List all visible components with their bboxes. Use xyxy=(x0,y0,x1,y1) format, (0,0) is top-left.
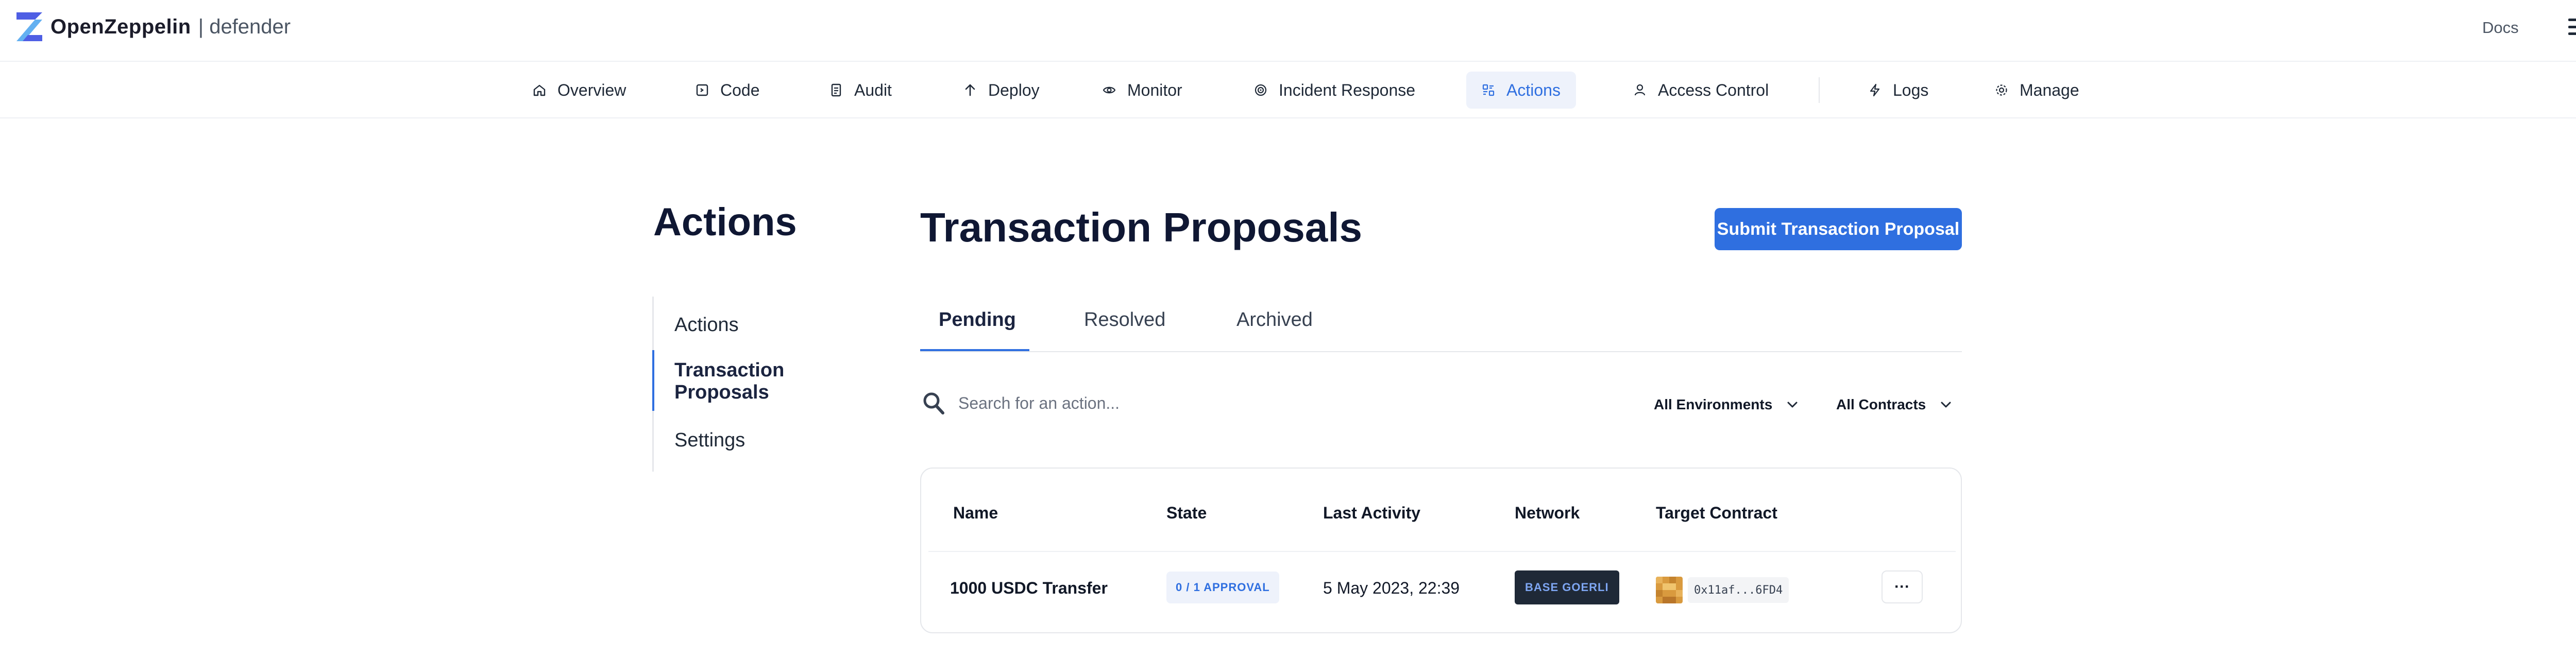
more-horizontal-icon: ··· xyxy=(1894,578,1910,595)
contract-avatar xyxy=(1656,577,1683,603)
sidebar-item-actions[interactable]: Actions xyxy=(654,297,880,353)
actions-icon xyxy=(1482,83,1495,97)
brand-product: | defender xyxy=(198,15,291,38)
nav-item-label: Overview xyxy=(557,80,626,99)
bolt-icon xyxy=(1868,83,1882,97)
nav-item-label: Audit xyxy=(854,80,892,99)
column-header-last-activity: Last Activity xyxy=(1323,504,1421,522)
docs-link[interactable]: Docs xyxy=(2482,19,2519,37)
tab-archived[interactable]: Archived xyxy=(1236,309,1313,331)
nav-item-label: Manage xyxy=(2020,80,2079,99)
contract-filter-value: All Contracts xyxy=(1836,396,1926,412)
nav-item-label: Incident Response xyxy=(1279,80,1416,99)
chevron-down-icon xyxy=(1787,402,1798,408)
nav-item-monitor[interactable]: Monitor xyxy=(1087,72,1198,109)
nav-item-deploy[interactable]: Deploy xyxy=(948,72,1055,109)
nav-item-logs[interactable]: Logs xyxy=(1853,72,1944,109)
search-input[interactable] xyxy=(958,390,1422,416)
network-badge: BASE GOERLI xyxy=(1515,570,1619,604)
sidebar-menu: Actions Transaction Proposals Settings xyxy=(652,297,879,472)
nav-item-label: Deploy xyxy=(988,80,1040,99)
sidebar-title: Actions xyxy=(653,200,797,244)
proposals-table: Name State Last Activity Network Target … xyxy=(920,467,1962,633)
nav-divider xyxy=(1819,77,1820,103)
more-options-button[interactable]: ··· xyxy=(1882,570,1923,603)
chevron-down-icon xyxy=(1941,402,1951,408)
top-bar: OpenZeppelin | defender Docs xyxy=(0,0,2576,62)
nav-item-label: Monitor xyxy=(1127,80,1182,99)
header-divider xyxy=(928,551,1956,552)
openzeppelin-logo-icon xyxy=(16,12,42,41)
code-icon xyxy=(696,83,709,97)
target-contract[interactable]: 0x11af...6FD4 xyxy=(1656,577,1789,603)
gear-icon xyxy=(1995,83,2008,97)
arrow-up-icon xyxy=(963,83,977,97)
nav-item-audit[interactable]: Audit xyxy=(814,72,907,109)
users-icon xyxy=(1633,83,1647,97)
menu-icon[interactable] xyxy=(2568,19,2576,35)
column-header-state: State xyxy=(1166,504,1207,522)
nav-item-code[interactable]: Code xyxy=(680,72,775,109)
sidebar-item-transaction-proposals[interactable]: Transaction Proposals xyxy=(654,353,880,410)
search-icon[interactable] xyxy=(922,391,945,416)
last-activity-value: 5 May 2023, 22:39 xyxy=(1323,579,1460,597)
proposal-tabs: Pending Resolved Archived xyxy=(920,300,1962,352)
brand-name: OpenZeppelin xyxy=(50,15,191,38)
audit-icon xyxy=(829,83,843,97)
brand-logo[interactable]: OpenZeppelin | defender xyxy=(16,12,291,41)
nav-item-access-control[interactable]: Access Control xyxy=(1618,72,1784,109)
nav-item-actions[interactable]: Actions xyxy=(1466,72,1576,109)
main-nav: Overview Code Audit Deploy Monitor Incid… xyxy=(0,62,2576,118)
state-badge: 0 / 1 APPROVAL xyxy=(1166,572,1279,603)
column-header-network: Network xyxy=(1515,504,1580,522)
contract-address: 0x11af...6FD4 xyxy=(1688,577,1789,603)
page-title: Transaction Proposals xyxy=(920,204,1363,250)
environment-filter-value: All Environments xyxy=(1654,396,1773,412)
active-tab-indicator xyxy=(920,349,1029,351)
nav-item-manage[interactable]: Manage xyxy=(1979,72,2095,109)
proposal-name[interactable]: 1000 USDC Transfer xyxy=(950,579,1108,598)
column-header-name: Name xyxy=(953,504,998,522)
nav-item-incident-response[interactable]: Incident Response xyxy=(1239,72,1431,109)
submit-transaction-proposal-button[interactable]: Submit Transaction Proposal xyxy=(1715,208,1962,250)
tab-resolved[interactable]: Resolved xyxy=(1084,309,1165,331)
nav-item-label: Actions xyxy=(1506,80,1561,99)
sidebar-item-settings[interactable]: Settings xyxy=(654,412,880,469)
nav-item-label: Logs xyxy=(1893,80,1929,99)
contract-filter-select[interactable]: All Contracts xyxy=(1829,390,1960,419)
home-icon xyxy=(533,83,546,97)
environment-filter-select[interactable]: All Environments xyxy=(1647,390,1806,419)
tab-pending[interactable]: Pending xyxy=(939,309,1016,331)
column-header-target-contract: Target Contract xyxy=(1656,504,1777,522)
nav-item-label: Access Control xyxy=(1658,80,1769,99)
eye-icon xyxy=(1103,83,1116,97)
nav-item-overview[interactable]: Overview xyxy=(517,72,641,109)
nav-item-label: Code xyxy=(720,80,760,99)
target-icon xyxy=(1254,83,1267,97)
